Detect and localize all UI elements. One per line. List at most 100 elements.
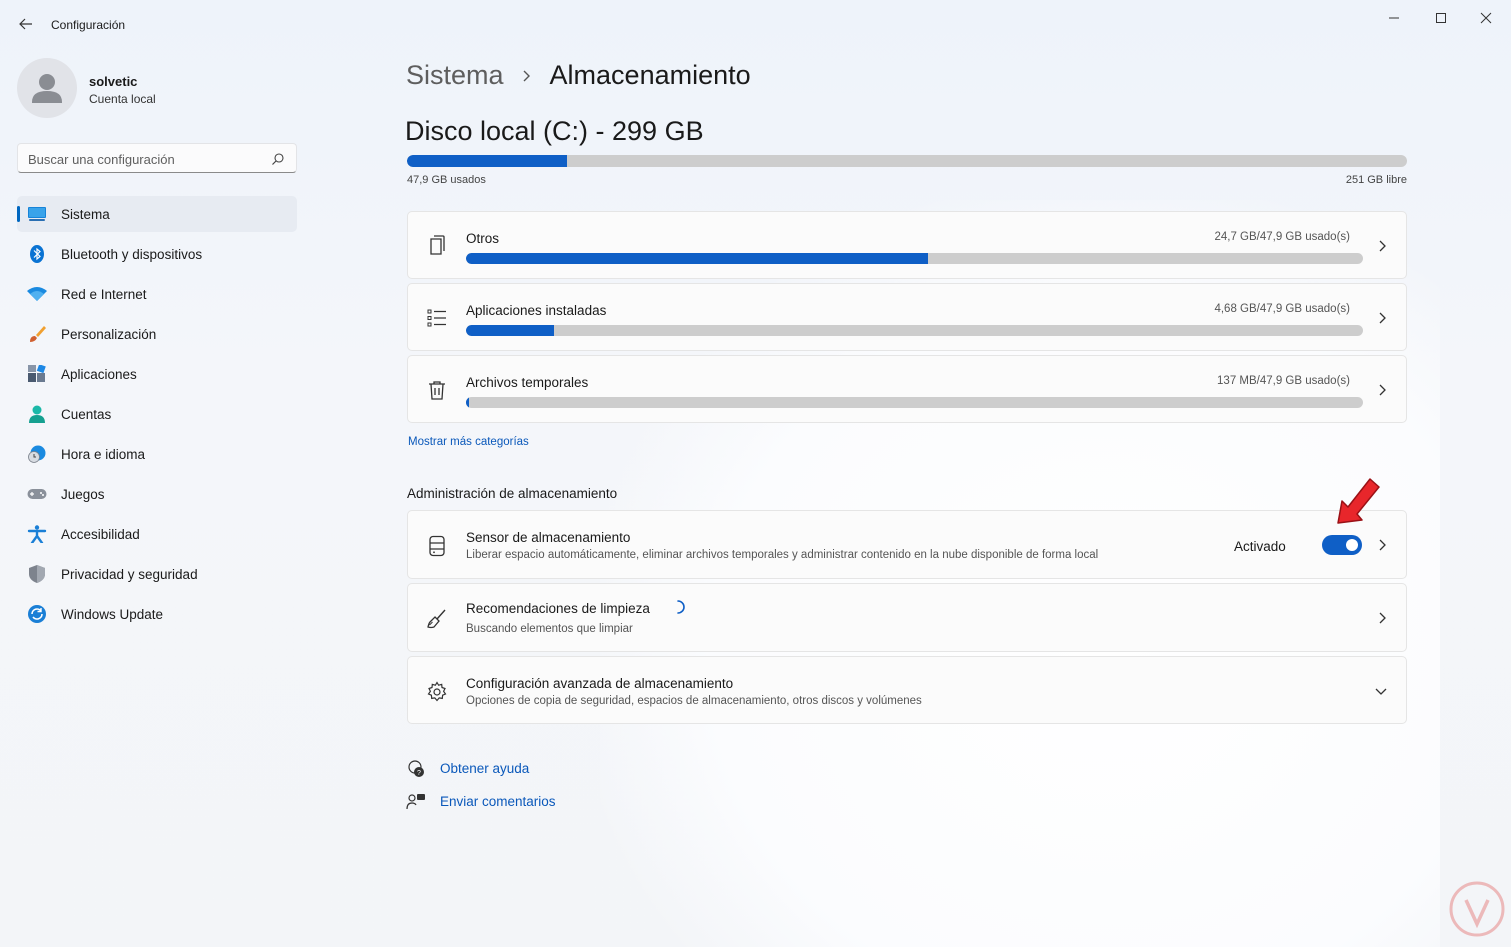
brush-icon	[30, 326, 46, 342]
show-more-categories-link[interactable]: Mostrar más categorías	[408, 436, 529, 448]
advanced-storage-card[interactable]: Configuración avanzada de almacenamiento…	[407, 656, 1407, 724]
sidebar-item-accounts[interactable]: Cuentas	[17, 396, 297, 432]
category-usage-bar	[466, 397, 1363, 408]
category-label: Otros	[466, 231, 500, 246]
toggle-knob	[1346, 539, 1358, 551]
maximize-button[interactable]	[1425, 6, 1457, 30]
gamepad-icon	[27, 489, 47, 499]
annotation-arrow-icon	[1337, 478, 1380, 524]
minimize-button[interactable]	[1378, 6, 1410, 30]
category-card-temp[interactable]: Archivos temporales 137 MB/47,9 GB usado…	[407, 355, 1407, 423]
search-box[interactable]	[17, 143, 297, 173]
sidebar-item-apps[interactable]: Aplicaciones	[17, 356, 297, 392]
advanced-storage-description: Opciones de copia de seguridad, espacios…	[466, 695, 922, 707]
list-icon	[427, 309, 446, 327]
storage-sense-description: Liberar espacio automáticamente, elimina…	[466, 549, 1099, 561]
category-usage-bar	[466, 253, 1363, 264]
gear-icon	[427, 681, 447, 702]
storage-sense-title: Sensor de almacenamiento	[466, 530, 631, 545]
search-input[interactable]	[28, 150, 263, 168]
sidebar-item-label: Sistema	[61, 207, 110, 222]
broom-icon	[427, 609, 446, 629]
category-usage-fill	[466, 325, 554, 336]
close-button[interactable]	[1470, 6, 1502, 30]
breadcrumb: Sistema Almacenamiento	[406, 60, 751, 91]
disk-title: Disco local (C:) - 299 GB	[405, 116, 704, 146]
app-title: Configuración	[51, 18, 126, 32]
minimize-icon	[1389, 17, 1399, 19]
sidebar-item-accessibility[interactable]: Accesibilidad	[17, 516, 297, 552]
title-bar: Configuración	[0, 0, 1511, 48]
user-name: solvetic	[89, 74, 138, 89]
apps-icon	[28, 365, 46, 382]
chevron-right-icon	[1379, 312, 1386, 324]
sidebar-item-label: Hora e idioma	[61, 447, 146, 462]
sidebar-item-label: Privacidad y seguridad	[61, 567, 198, 582]
feedback-icon	[406, 794, 425, 810]
account-icon	[29, 405, 45, 423]
cleanup-recommendations-card[interactable]: Recomendaciones de limpieza Buscando ele…	[407, 583, 1407, 652]
trash-icon	[429, 381, 445, 400]
category-size: 4,68 GB/47,9 GB usado(s)	[1214, 303, 1350, 315]
chevron-right-icon	[1379, 384, 1386, 396]
sidebar-item-sistema[interactable]: Sistema	[17, 196, 297, 232]
sidebar-item-windows-update[interactable]: Windows Update	[17, 596, 297, 632]
category-label: Aplicaciones instaladas	[466, 303, 607, 318]
disk-usage-bar	[407, 155, 1407, 167]
sidebar-item-personalization[interactable]: Personalización	[17, 316, 297, 352]
update-icon	[28, 605, 46, 623]
category-label: Archivos temporales	[466, 375, 589, 390]
sidebar-item-label: Cuentas	[61, 407, 112, 422]
storage-drive-icon	[429, 535, 445, 557]
svg-text:?: ?	[417, 770, 421, 777]
avatar[interactable]	[17, 58, 77, 118]
sidebar-item-label: Bluetooth y dispositivos	[61, 247, 203, 262]
account-type: Cuenta local	[89, 92, 156, 106]
sidebar-item-gaming[interactable]: Juegos	[17, 476, 297, 512]
search-icon[interactable]	[271, 152, 285, 166]
send-feedback-link[interactable]: Enviar comentarios	[440, 794, 556, 809]
category-usage-bar	[466, 325, 1363, 336]
storage-sense-toggle[interactable]	[1322, 535, 1362, 555]
disk-usage-fill	[407, 155, 567, 167]
disk-used-label: 47,9 GB usados	[407, 174, 486, 186]
time-language-icon	[28, 445, 46, 463]
sidebar-item-label: Aplicaciones	[61, 367, 137, 382]
cleanup-description: Buscando elementos que limpiar	[466, 623, 633, 635]
system-icon	[28, 207, 46, 221]
category-size: 137 MB/47,9 GB usado(s)	[1217, 375, 1350, 387]
category-usage-fill	[466, 397, 469, 408]
loading-spinner-icon	[677, 600, 685, 614]
storage-sense-state: Activado	[1234, 539, 1286, 554]
wifi-icon	[27, 287, 47, 301]
user-silhouette-icon	[32, 74, 62, 103]
sidebar-item-bluetooth[interactable]: Bluetooth y dispositivos	[17, 236, 297, 272]
category-size: 24,7 GB/47,9 GB usado(s)	[1214, 231, 1350, 243]
sidebar-item-label: Windows Update	[61, 607, 164, 622]
maximize-icon	[1436, 13, 1446, 23]
help-icon: ?	[408, 760, 424, 777]
sidebar-item-privacy[interactable]: Privacidad y seguridad	[17, 556, 297, 592]
shield-icon	[29, 565, 45, 583]
accessibility-icon	[27, 525, 47, 543]
chevron-right-icon	[1379, 539, 1386, 551]
chevron-right-icon	[1379, 612, 1386, 624]
sidebar-item-network[interactable]: Red e Internet	[17, 276, 297, 312]
page-title: Almacenamiento	[549, 60, 751, 90]
advanced-storage-title: Configuración avanzada de almacenamiento	[466, 676, 734, 691]
get-help-link[interactable]: Obtener ayuda	[440, 761, 529, 776]
watermark-logo-icon	[1449, 881, 1505, 937]
category-card-otros[interactable]: Otros 24,7 GB/47,9 GB usado(s)	[407, 211, 1407, 279]
cleanup-title: Recomendaciones de limpieza	[466, 601, 650, 616]
sidebar-item-label: Juegos	[61, 487, 105, 502]
back-arrow-icon	[19, 18, 32, 30]
back-button[interactable]	[14, 12, 38, 36]
breadcrumb-parent[interactable]: Sistema	[406, 60, 504, 91]
category-card-apps[interactable]: Aplicaciones instaladas 4,68 GB/47,9 GB …	[407, 283, 1407, 351]
disk-free-label: 251 GB libre	[1345, 174, 1407, 186]
sidebar-item-time-language[interactable]: Hora e idioma	[17, 436, 297, 472]
document-icon	[430, 235, 445, 255]
chevron-down-icon	[1375, 688, 1387, 695]
sidebar-item-label: Personalización	[61, 327, 157, 342]
chevron-right-icon	[1379, 240, 1386, 252]
